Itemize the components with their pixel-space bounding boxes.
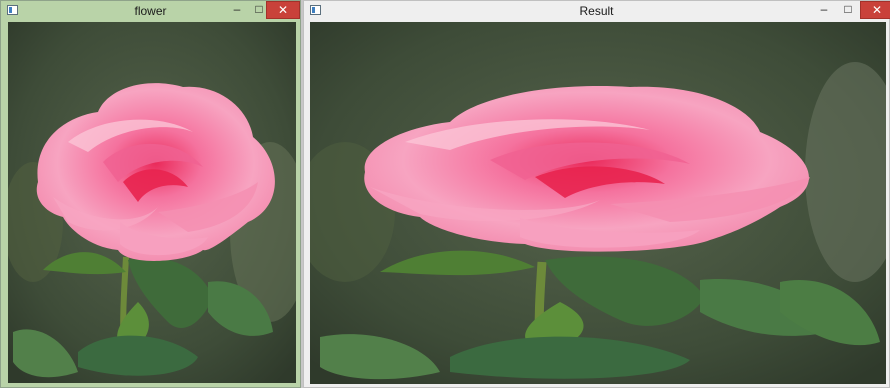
maximize-icon[interactable]: □ <box>836 1 860 19</box>
flower-image-viewport <box>8 22 296 383</box>
pink-rose-image-stretched <box>310 22 886 384</box>
close-icon[interactable]: ✕ <box>266 1 300 19</box>
pink-rose-image <box>8 22 296 383</box>
result-window-title: Result <box>579 4 614 18</box>
close-icon[interactable]: ✕ <box>860 1 890 19</box>
result-window[interactable]: Result – □ ✕ <box>303 0 890 388</box>
flower-window[interactable]: flower – □ ✕ <box>0 0 301 388</box>
window-app-icon[interactable] <box>310 5 321 15</box>
result-titlebar[interactable]: Result – □ ✕ <box>304 1 890 21</box>
result-image-viewport <box>310 22 886 384</box>
flower-titlebar[interactable]: flower – □ ✕ <box>1 1 300 21</box>
minimize-icon[interactable]: – <box>812 1 836 19</box>
minimize-icon[interactable]: – <box>225 1 249 19</box>
window-app-icon[interactable] <box>7 5 18 15</box>
